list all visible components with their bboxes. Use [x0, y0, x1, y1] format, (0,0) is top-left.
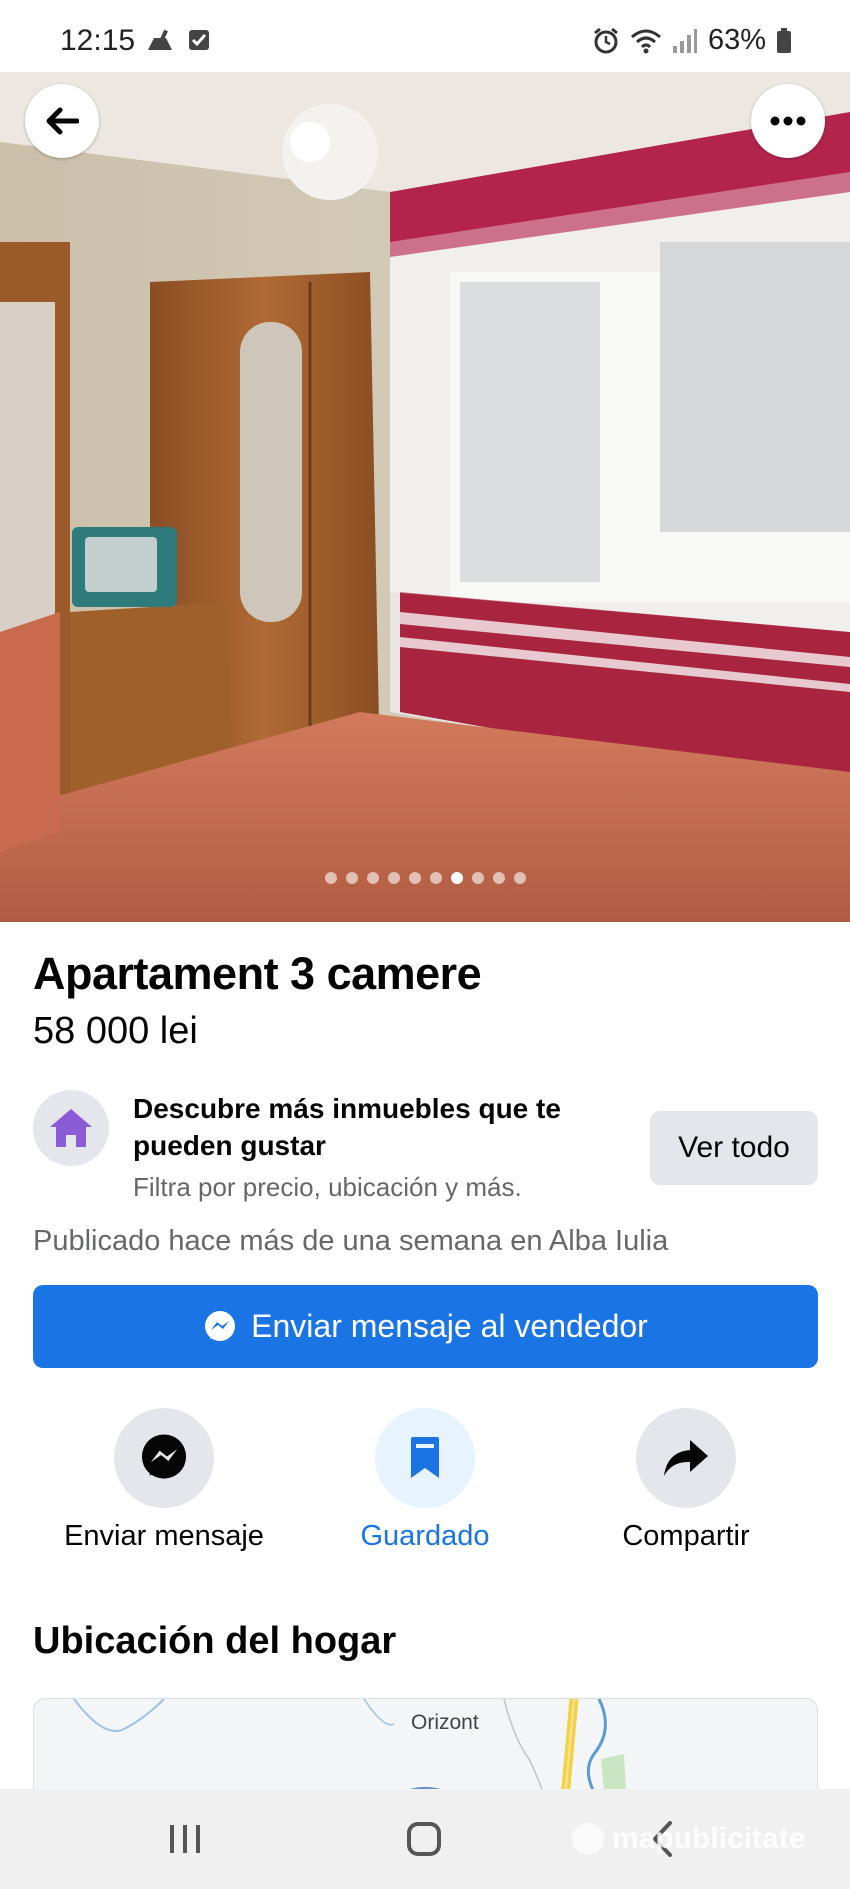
share-action[interactable]: Compartir — [566, 1408, 806, 1553]
map-place-label: Orizont — [411, 1711, 479, 1734]
alarm-icon — [594, 27, 618, 53]
message-seller-button[interactable]: Enviar mensaje al vendedor — [33, 1285, 818, 1368]
carousel-dot — [366, 872, 379, 884]
carousel-dot — [408, 872, 421, 884]
share-arrow-icon — [664, 1440, 708, 1476]
promo-card: Descubre más inmuebles que te pueden gus… — [33, 1090, 818, 1210]
signal-icon — [672, 28, 697, 53]
see-all-button[interactable]: Ver todo — [650, 1111, 818, 1185]
promo-subtitle: Filtra por precio, ubicación y más. — [133, 1172, 522, 1202]
share-label: Compartir — [622, 1520, 750, 1552]
carousel-dot — [324, 872, 337, 884]
saved-action[interactable]: Guardado — [305, 1408, 545, 1553]
status-right: 63% — [592, 24, 792, 57]
watermark-logo-icon — [572, 1823, 604, 1855]
send-message-circle[interactable] — [114, 1408, 214, 1508]
promo-house-badge — [33, 1090, 109, 1166]
back-button[interactable] — [25, 84, 99, 158]
home-button[interactable] — [384, 1811, 464, 1867]
promo-title: Descubre más inmuebles que te pueden gus… — [133, 1093, 561, 1161]
saved-circle[interactable] — [375, 1408, 475, 1508]
carousel-dot — [450, 872, 463, 884]
share-circle[interactable] — [636, 1408, 736, 1508]
battery-percent: 63% — [707, 24, 766, 56]
watermark-text: mapublicitate — [612, 1822, 806, 1855]
status-time: 12:15 — [60, 24, 136, 57]
carousel-dot — [387, 872, 400, 884]
checkbox-icon — [189, 30, 209, 50]
more-options-button[interactable] — [751, 84, 825, 158]
carousel-dot — [429, 872, 442, 884]
listing-title: Apartament 3 camere — [33, 948, 482, 999]
send-message-label: Enviar mensaje — [64, 1520, 264, 1552]
send-message-action[interactable]: Enviar mensaje — [44, 1408, 284, 1553]
watermark: mapublicitate — [570, 1821, 805, 1857]
status-bar: 12:15 63% — [0, 0, 850, 72]
action-row: Enviar mensaje Guardado Compartir — [0, 1408, 850, 1558]
recent-apps-icon — [170, 1825, 200, 1853]
more-dots-icon — [770, 116, 806, 126]
home-outline-icon — [407, 1822, 441, 1856]
carousel-dot — [345, 872, 358, 884]
location-section-title: Ubicación del hogar — [33, 1620, 397, 1662]
messenger-icon — [141, 1434, 187, 1479]
carousel-dot — [492, 872, 505, 884]
listing-photo-carousel[interactable] — [0, 72, 850, 922]
carousel-dot — [471, 872, 484, 884]
carousel-dot — [513, 872, 526, 884]
status-notification-icons — [146, 28, 210, 52]
carousel-indicator — [0, 872, 850, 884]
listing-price: 58 000 lei — [33, 1010, 198, 1052]
listing-photo — [0, 72, 850, 922]
system-navigation-bar: mapublicitate — [0, 1789, 850, 1889]
house-icon — [50, 1109, 92, 1147]
arrow-left-icon — [46, 107, 79, 135]
message-seller-label: Enviar mensaje al vendedor — [251, 1308, 648, 1344]
cleaning-icon — [148, 29, 172, 50]
recent-apps-button[interactable] — [145, 1811, 225, 1867]
published-info: Publicado hace más de una semana en Alba… — [33, 1225, 669, 1257]
bookmark-icon — [411, 1437, 439, 1478]
saved-label: Guardado — [360, 1520, 490, 1552]
wifi-icon — [630, 29, 661, 53]
messenger-icon — [205, 1310, 236, 1341]
battery-icon — [777, 27, 791, 53]
